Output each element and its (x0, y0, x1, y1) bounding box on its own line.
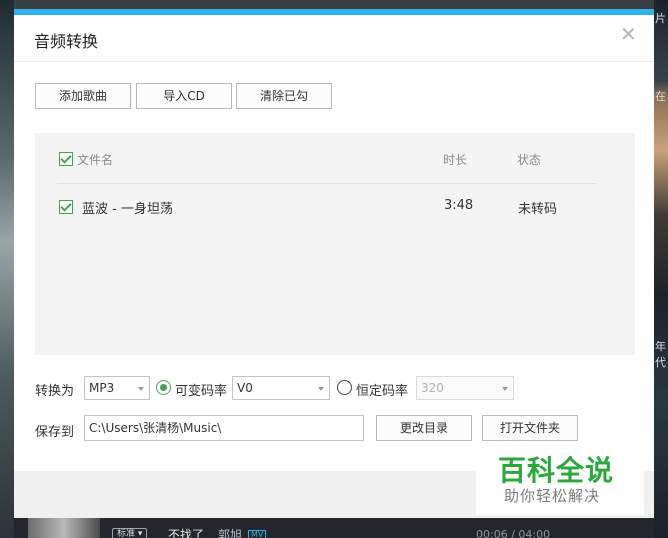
row-checkbox[interactable] (59, 200, 73, 214)
background-app-left (0, 0, 14, 538)
cbr-select: 320 (416, 376, 514, 400)
chevron-down-icon (502, 387, 508, 391)
background-app-right (654, 0, 668, 538)
cbr-value: 320 (421, 381, 444, 395)
vbr-select[interactable]: V0 (232, 376, 330, 400)
row-filename: 蓝波 - 一身坦荡 (82, 202, 173, 217)
clear-checked-button[interactable]: 清除已勾 (236, 83, 332, 109)
now-playing-song[interactable]: 不找了 (168, 526, 204, 538)
watermark: 百科全说 助你轻松解决 (476, 449, 644, 515)
row-duration: 3:48 (444, 198, 474, 213)
format-select[interactable]: MP3 (84, 376, 150, 400)
player-bar (14, 518, 654, 538)
playback-time: 00:06 / 04:00 (476, 528, 551, 538)
vbr-label[interactable]: 可变码率 (175, 380, 227, 399)
now-playing-artist[interactable]: 郭旭 (218, 526, 242, 538)
vbr-value: V0 (237, 381, 253, 395)
row-status: 未转码 (518, 202, 558, 217)
save-to-label: 保存到 (35, 425, 75, 440)
dialog-title: 音频转换 (34, 32, 99, 51)
column-header-filename[interactable]: 文件名 (77, 151, 113, 168)
chevron-down-icon (138, 387, 144, 391)
quality-tag[interactable]: 标准 ▾ (112, 528, 148, 538)
background-text: 片 (655, 12, 666, 25)
add-song-button[interactable]: 添加歌曲 (35, 83, 131, 109)
open-folder-button[interactable]: 打开文件夹 (482, 415, 578, 441)
close-icon[interactable]: ✕ (620, 24, 638, 44)
file-list: 文件名 时长 状态 蓝波 - 一身坦荡 3:48 未转码 (35, 133, 635, 355)
select-all-checkbox[interactable] (59, 152, 73, 166)
dialog-accent-bar (14, 9, 654, 15)
mv-badge[interactable]: MV (248, 530, 267, 538)
vbr-radio[interactable] (156, 380, 171, 395)
divider (57, 183, 597, 184)
background-text: 年代 (655, 340, 666, 369)
save-path-input[interactable]: C:\Users\张清杨\Music\ (84, 415, 364, 441)
divider (14, 61, 654, 62)
convert-to-label: 转换为 (35, 384, 75, 399)
album-art (28, 518, 100, 538)
column-header-duration[interactable]: 时长 (443, 151, 467, 168)
cbr-radio[interactable] (337, 380, 352, 395)
import-cd-button[interactable]: 导入CD (136, 83, 232, 109)
audio-convert-dialog: 音频转换 ✕ 添加歌曲 导入CD 清除已勾 文件名 时长 状态 蓝波 - 一身坦… (14, 9, 654, 518)
change-directory-button[interactable]: 更改目录 (376, 415, 472, 441)
background-text: 在 (655, 90, 666, 103)
column-header-status[interactable]: 状态 (517, 151, 541, 168)
chevron-down-icon (318, 387, 324, 391)
format-value: MP3 (89, 381, 115, 395)
watermark-subtitle: 助你轻松解决 (504, 487, 601, 505)
cbr-label[interactable]: 恒定码率 (356, 380, 408, 399)
watermark-title: 百科全说 (498, 454, 615, 487)
